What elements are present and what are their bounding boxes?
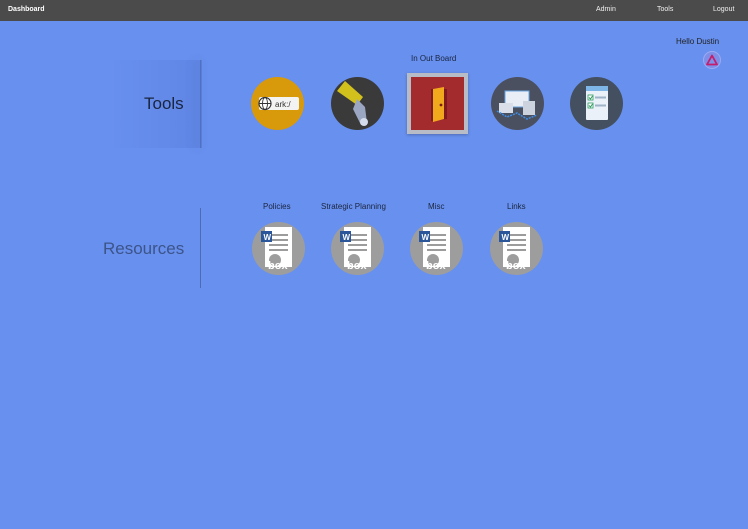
door-tile [411,77,464,130]
door-icon [431,87,447,122]
tool-active-label: In Out Board [411,54,457,63]
nav-logout-link[interactable]: Logout [713,6,734,13]
resources-section-title: Resources [103,239,185,258]
resource-label-strategic-planning: Strategic Planning [321,202,386,211]
svg-text:ark:/: ark:/ [275,100,291,109]
nav-admin-link[interactable]: Admin [596,6,616,13]
resource-misc[interactable]: W box [410,222,463,275]
brand-link[interactable]: Dashboard [8,6,45,13]
resource-label-misc: Misc [428,202,445,211]
svg-text:W: W [502,233,510,242]
nav-tools-link[interactable]: Tools [657,6,673,13]
svg-text:W: W [343,233,351,242]
tool-checklist[interactable] [570,77,623,130]
tool-ark[interactable]: ark:/ [251,77,304,130]
tool-in-out-board[interactable] [407,73,468,134]
word-box-document-icon: W box [499,227,530,272]
svg-text:box: box [347,260,367,272]
word-box-document-icon: W box [419,227,450,272]
svg-text:W: W [264,233,272,242]
tools-section-title: Tools [144,94,184,113]
resource-label-links: Links [507,202,526,211]
tools-divider [200,60,202,148]
tool-flashlight[interactable] [331,77,384,130]
resource-policies[interactable]: W box [252,222,305,275]
word-box-document-icon: W box [261,227,292,272]
resources-divider [200,208,201,288]
flashlight-icon [337,81,368,126]
user-greeting: Hello Dustin [676,37,720,46]
resource-links[interactable]: W box [490,222,543,275]
tool-devices[interactable] [491,77,544,130]
svg-text:box: box [506,260,526,272]
checklist-icon [586,86,608,120]
resource-strategic-planning[interactable]: W box [331,222,384,275]
top-navbar: Dashboard Admin Tools Logout [0,0,748,21]
user-avatar[interactable] [703,51,721,69]
triangle-logo-icon [706,54,718,66]
devices-icon [496,90,538,120]
svg-text:W: W [422,233,430,242]
ark-globe-icon: ark:/ [258,96,299,111]
svg-text:box: box [426,260,446,272]
word-box-document-icon: W box [340,227,371,272]
resource-label-policies: Policies [263,202,291,211]
svg-text:box: box [268,260,288,272]
